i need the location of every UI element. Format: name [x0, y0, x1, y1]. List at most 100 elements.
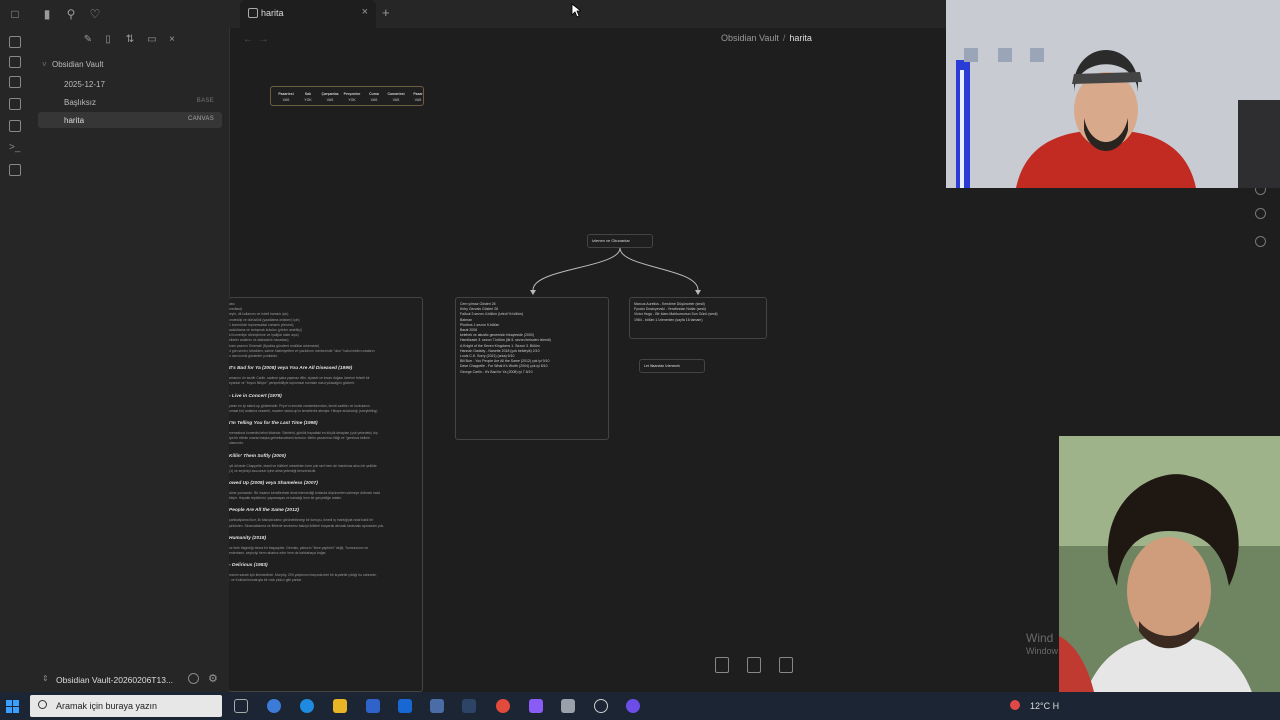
vault-folder[interactable]: ˅ Obsidian Vault	[42, 60, 103, 69]
list-item: Victor Hugo - Bir İdam Mahkumunun Son Gü…	[634, 312, 718, 317]
search-icon[interactable]: ⚲	[64, 7, 78, 21]
file-item-active[interactable]: harita CANVAS	[38, 112, 222, 128]
doc-line: ki komediye dönüştürme ve Işatijlar hale…	[229, 333, 299, 338]
windows-start-icon[interactable]	[6, 700, 20, 714]
list-icon[interactable]	[9, 164, 21, 176]
vault-name: Obsidian Vault	[52, 60, 104, 69]
table-header: Pazar	[413, 92, 423, 96]
doc-heading: Humanity (2018)	[229, 535, 267, 541]
table-column: Çarşamba VAS	[320, 91, 340, 103]
taskbar-search[interactable]: Aramak için buraya yazın	[30, 695, 222, 717]
edge-icon[interactable]	[300, 699, 314, 713]
list-item: 1984 - bölüm 1 Izlenenlen (sayfa 16 tama…	[634, 317, 703, 322]
calendar-icon[interactable]	[9, 98, 21, 110]
watched-list-card[interactable]: Cem yılmaz Gösteri 26 Kirby Gervais Göste…	[455, 297, 609, 440]
tab-harita[interactable]: harita ×	[240, 0, 376, 28]
table-header: Pazartesi	[278, 92, 294, 96]
gear-icon[interactable]: ⚙	[208, 672, 218, 685]
topic-node[interactable]: Izlenen ve Okunanlar	[587, 234, 653, 248]
help-icon[interactable]	[1255, 236, 1266, 247]
app-icon-4[interactable]	[626, 699, 640, 713]
close-icon[interactable]: ×	[362, 6, 368, 18]
doc-line: ondeslişi ve dürüstlük (yaadlama anlatım…	[229, 317, 300, 322]
list-item: Kirby Gervais Gösteri 26	[460, 307, 499, 312]
new-note-icon[interactable]: ✎	[82, 34, 94, 46]
to-watch-label: Let Itlaandan Izlenecek	[644, 364, 680, 368]
app-icon-2[interactable]	[561, 699, 575, 713]
doc-heading: It's Bad for Ya (2008) veya You Are All …	[229, 366, 353, 372]
table-header: Cumartesi	[387, 92, 405, 96]
activation-watermark: Wind Window	[1026, 632, 1058, 658]
table-cell: VAS	[414, 98, 422, 102]
copilot-icon[interactable]	[267, 699, 281, 713]
nav-arrows[interactable]: ← →	[243, 34, 269, 45]
file-type-badge: BASE	[196, 98, 214, 104]
doc-line: umsat bir) anlatma cesareti, modern stan…	[229, 408, 378, 413]
chrome-icon[interactable]	[496, 699, 510, 713]
obsidian-icon[interactable]	[529, 699, 543, 713]
graph-icon[interactable]	[9, 56, 21, 68]
mail-icon[interactable]	[398, 699, 412, 713]
doc-line: sibeler anlatımı ve atakastılık havadası…	[229, 338, 289, 343]
file-item[interactable]: Başlıksız BASE	[38, 94, 222, 110]
app-icon[interactable]	[430, 699, 444, 713]
close-all-icon[interactable]: ×	[166, 34, 178, 46]
file-item[interactable]: 2025-12-17	[38, 76, 222, 92]
breadcrumb-current[interactable]: harita	[789, 33, 812, 43]
store-icon[interactable]	[366, 699, 380, 713]
schedule-table-card[interactable]: Pazartesi VAS Salı YOK Çarşamba VAS Perşembe YO…	[270, 86, 424, 106]
copy-icon[interactable]	[9, 120, 21, 132]
add-media-icon[interactable]	[779, 657, 793, 673]
doc-line: şirkünlen. Sinamaklarma ve filtherle sev…	[229, 523, 385, 528]
breadcrumb-vault[interactable]: Obsidian Vault	[721, 33, 779, 43]
list-item: Marcus Aurelius - Kendime Düşünceler (se…	[634, 302, 705, 306]
grid-icon[interactable]	[9, 76, 21, 88]
list-item: Hannah Gadsby - Nanette 2018 (çok bekley…	[460, 348, 540, 353]
bookmark-icon[interactable]: ♡	[88, 7, 102, 21]
terminal-icon[interactable]: >_	[9, 142, 21, 154]
doc-line: mediast)	[229, 307, 243, 312]
file-icon[interactable]	[9, 36, 21, 48]
chevron-down-icon: ˅	[42, 60, 47, 69]
collapse-icon[interactable]: ▭	[146, 34, 158, 46]
steam-icon[interactable]	[462, 699, 476, 713]
doc-line: ıyli dönede Chappelle, etanil ve kültüre…	[229, 463, 377, 468]
table-column: Pazar VAS	[408, 91, 428, 103]
to-watch-node[interactable]: Let Itlaandan Izlenecek	[639, 359, 705, 373]
new-folder-icon[interactable]: ▯	[102, 34, 114, 46]
obsidian-window: □ ▮ ⚲ ♡ harita × + >_ ✎ ▯ ⇅ ▭ × ˅ Obsidia…	[0, 0, 1280, 720]
folder-icon[interactable]: ▮	[40, 7, 54, 21]
task-view-icon[interactable]	[234, 699, 248, 713]
list-item: Hamilizade 3. sezon 7.bölüm (ilk 5. sezo…	[460, 338, 551, 343]
vault-switcher[interactable]: ⇕ Obsidian Vault-20260206T13... ⚙	[30, 670, 230, 690]
tray-text: H	[1052, 701, 1060, 711]
table-header: Cuma	[369, 92, 379, 96]
document-card[interactable]: abo mediast) ieyhi, dil kullanımı ve Isbel…	[229, 297, 423, 692]
table-header: Salı	[304, 92, 312, 96]
add-card-icon[interactable]	[715, 657, 729, 673]
breadcrumb-separator: /	[782, 33, 786, 43]
webcam-overlay-bottom	[1059, 436, 1280, 720]
help-icon[interactable]	[188, 673, 199, 684]
app-icon-3[interactable]	[594, 699, 608, 713]
table-cell: YOK	[304, 98, 312, 102]
table-column: Pazartesi VAS	[276, 91, 296, 103]
doc-line: kısin yazının Sinemali (Nyakka gündemi m…	[229, 343, 320, 348]
add-note-icon[interactable]	[747, 657, 761, 673]
table-column: Cuma VAS	[364, 91, 384, 103]
edge-left	[532, 247, 621, 291]
left-ribbon: >_	[0, 28, 30, 692]
read-list-card[interactable]: Marcus Aurelius - Kendime Düşünceler (se…	[629, 297, 767, 339]
doc-heading: owed Up (2008) veya Shameless (2007)	[229, 481, 318, 486]
sidebar-toggle-icon[interactable]: □	[8, 7, 22, 21]
table-column: Perşembe YOK	[342, 91, 362, 103]
new-tab-button[interactable]: +	[382, 5, 390, 20]
list-item: Bill Burr - You People Are All the Same …	[460, 359, 550, 364]
search-placeholder: Aramak için buraya yazın	[56, 701, 158, 711]
file-explorer-icon[interactable]	[333, 699, 347, 713]
doc-line: mensaksız komedisi tekni kitabıdır. Sein…	[229, 431, 378, 435]
system-tray[interactable]: 12°C H	[1010, 700, 1059, 711]
file-name: 2025-12-17	[64, 80, 105, 89]
sort-icon[interactable]: ⇅	[124, 34, 136, 46]
redo-icon[interactable]	[1255, 208, 1266, 219]
